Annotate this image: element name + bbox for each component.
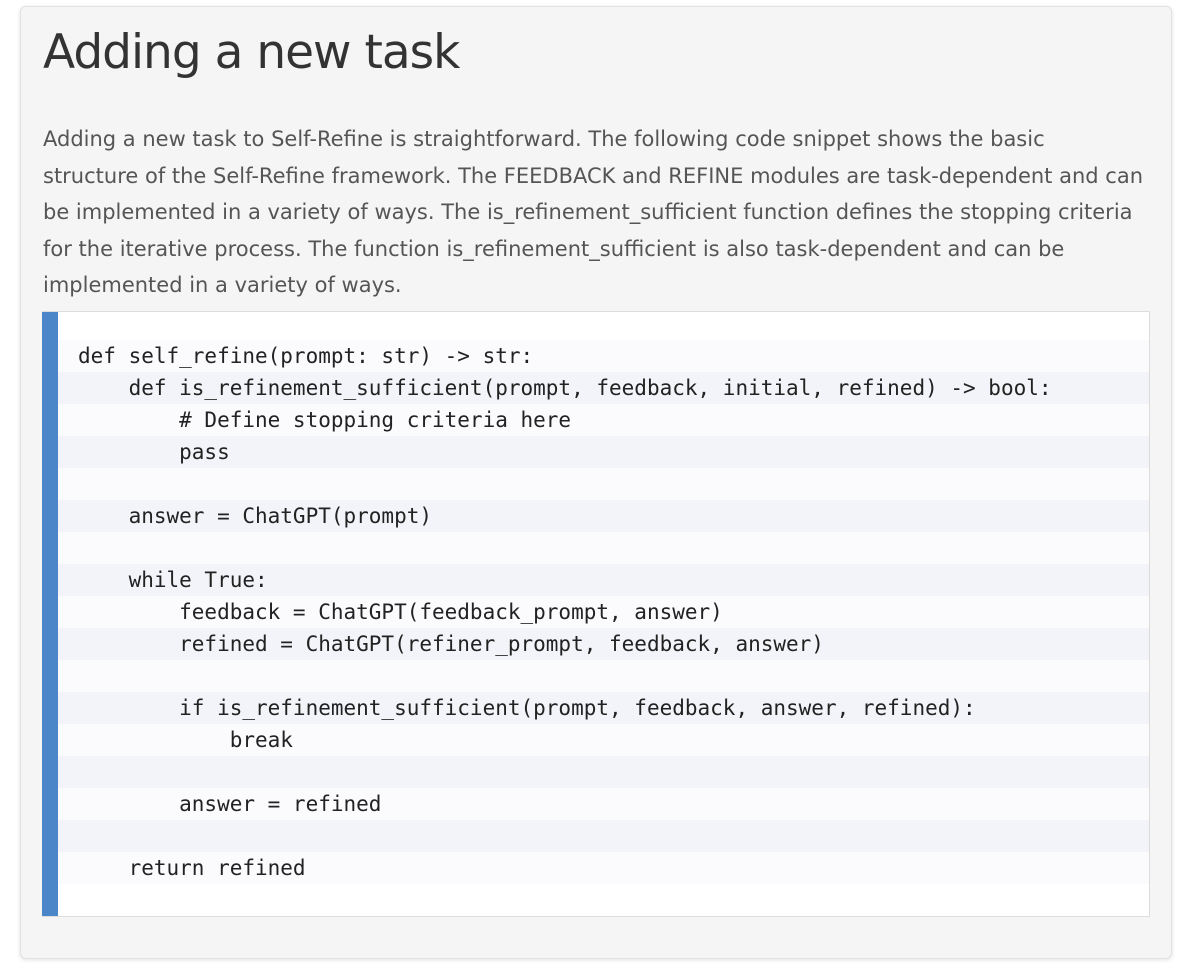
code-line: def is_refinement_sufficient(prompt, fee…	[58, 372, 1149, 404]
code-line: answer = ChatGPT(prompt)	[58, 500, 1149, 532]
code-line: answer = refined	[58, 788, 1149, 820]
code-line: return refined	[58, 852, 1149, 884]
section-description: Adding a new task to Self-Refine is stra…	[43, 127, 1143, 298]
code-line: break	[58, 724, 1149, 756]
code-line	[58, 532, 1149, 564]
code-line: feedback = ChatGPT(feedback_prompt, answ…	[58, 596, 1149, 628]
code-line	[58, 820, 1149, 852]
code-line	[58, 756, 1149, 788]
code-line: pass	[58, 436, 1149, 468]
code-line	[58, 468, 1149, 500]
code-accent-bar	[42, 312, 58, 916]
section-title: Adding a new task	[43, 25, 460, 80]
code-line: if is_refinement_sufficient(prompt, feed…	[58, 692, 1149, 724]
content-card: Adding a new task Adding a new task to S…	[20, 6, 1172, 959]
code-lines: def self_refine(prompt: str) -> str: def…	[58, 340, 1149, 884]
code-line: # Define stopping criteria here	[58, 404, 1149, 436]
code-line: refined = ChatGPT(refiner_prompt, feedba…	[58, 628, 1149, 660]
code-line: while True:	[58, 564, 1149, 596]
code-block[interactable]: def self_refine(prompt: str) -> str: def…	[42, 311, 1150, 917]
code-line	[58, 660, 1149, 692]
code-line: def self_refine(prompt: str) -> str:	[58, 340, 1149, 372]
